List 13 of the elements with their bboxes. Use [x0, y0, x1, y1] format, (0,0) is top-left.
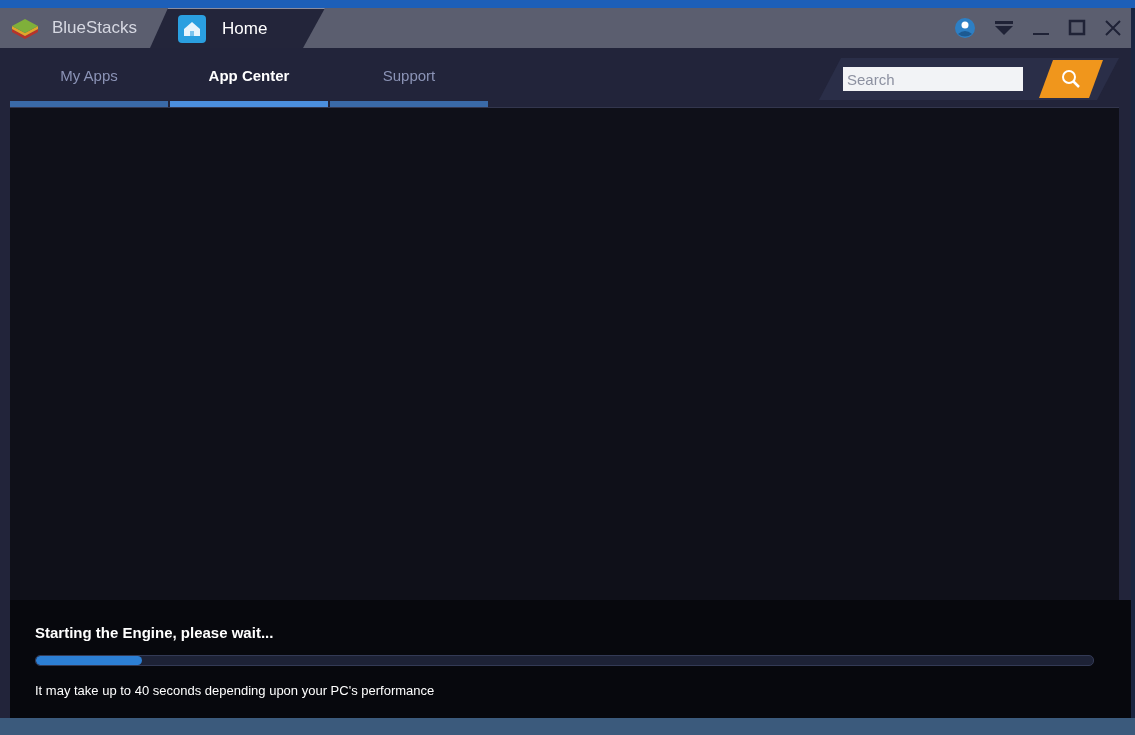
maximize-icon[interactable] — [1068, 19, 1086, 37]
home-icon — [178, 14, 206, 43]
search-field[interactable]: Search — [843, 67, 1023, 91]
loading-note: It may take up to 40 seconds depending upon your PC's performance — [35, 683, 436, 698]
search-button[interactable] — [1039, 60, 1103, 98]
home-tab[interactable]: Home — [150, 8, 325, 48]
account-icon[interactable] — [954, 17, 976, 39]
stack-logo-icon — [10, 17, 40, 39]
search-icon — [1061, 69, 1081, 89]
close-icon[interactable] — [1104, 19, 1122, 37]
app-name: BlueStacks — [52, 18, 138, 38]
loading-title: Starting the Engine, please wait... — [35, 624, 275, 641]
dropdown-icon[interactable] — [994, 20, 1014, 36]
